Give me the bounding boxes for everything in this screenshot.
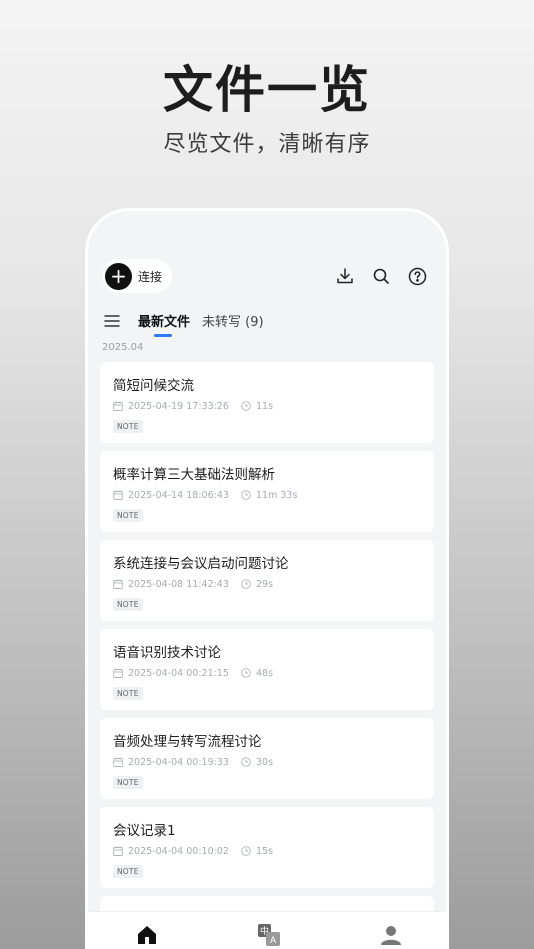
hero-subtitle: 尽览文件，清晰有序	[163, 132, 371, 157]
record-duration: 11m 33s	[256, 489, 298, 501]
record-duration: 29s	[256, 578, 274, 590]
record-meta: 2025-04-04 00:19:33 30s	[113, 755, 422, 769]
profile-icon[interactable]	[378, 922, 404, 948]
record-date: 2025-04-19 17:33:26	[128, 400, 229, 412]
list-item[interactable]: 语音识别技术讨论 2025-04-04 00:21:15 48s NOTE	[100, 629, 434, 710]
svg-text:中: 中	[260, 925, 269, 937]
record-meta: 2025-04-14 18:06:43 11m 33s	[113, 488, 422, 502]
month-header: 2025.04	[102, 342, 144, 353]
calendar-icon	[113, 490, 123, 500]
record-meta: 2025-04-04 00:21:15 48s	[113, 666, 422, 680]
tab-latest-files[interactable]: 最新文件	[138, 311, 190, 330]
clock-icon	[241, 846, 251, 856]
calendar-icon	[113, 757, 123, 767]
record-title: 系统连接与会议启动问题讨论	[113, 556, 289, 572]
calendar-icon	[113, 668, 123, 678]
record-tag: NOTE	[113, 509, 143, 522]
record-title: 简短问候交流	[113, 378, 194, 394]
clock-icon	[241, 490, 251, 500]
search-icon[interactable]	[370, 265, 392, 287]
svg-text:A: A	[270, 936, 277, 946]
record-duration: 30s	[256, 756, 274, 768]
home-icon[interactable]	[134, 922, 160, 948]
record-title: 音频处理与转写流程讨论	[113, 734, 262, 750]
clock-icon	[241, 579, 251, 589]
record-date: 2025-04-04 00:19:33	[128, 756, 229, 768]
record-meta: 2025-04-04 00:10:02 15s	[113, 844, 422, 858]
record-date: 2025-04-14 18:06:43	[128, 489, 229, 501]
connect-label: 连接	[138, 269, 163, 284]
record-tag: NOTE	[113, 420, 143, 433]
list-item[interactable]: 会议记录1 2025-04-04 00:10:02 15s NOTE	[100, 807, 434, 888]
tab-untranscribed[interactable]: 未转写 (9)	[202, 311, 264, 330]
record-tag: NOTE	[113, 598, 143, 611]
list-item[interactable]: 简短问候交流 2025-04-19 17:33:26 11s NOTE	[100, 362, 434, 443]
record-duration: 11s	[256, 400, 274, 412]
record-tag: NOTE	[113, 865, 143, 878]
translate-icon[interactable]: 中 A	[256, 922, 282, 948]
list-item[interactable]: 系统连接与会议启动问题讨论 2025-04-08 11:42:43 29s NO…	[100, 540, 434, 621]
plus-icon: +	[105, 262, 132, 290]
active-tab-indicator	[154, 334, 172, 337]
menu-icon[interactable]	[104, 313, 120, 329]
download-icon[interactable]	[334, 265, 356, 287]
record-tag: NOTE	[113, 776, 143, 789]
record-date: 2025-04-04 00:10:02	[128, 845, 229, 857]
calendar-icon	[113, 401, 123, 411]
record-date: 2025-04-04 00:21:15	[128, 667, 229, 679]
tab-bar: 最新文件 未转写 (9)	[102, 309, 432, 339]
clock-icon	[241, 757, 251, 767]
list-item[interactable]: 音频处理与转写流程讨论 2025-04-04 00:19:33 30s NOTE	[100, 718, 434, 799]
record-date: 2025-04-08 11:42:43	[128, 578, 229, 590]
record-title: 会议记录1	[113, 823, 176, 839]
list-item[interactable]: 概率计算三大基础法则解析 2025-04-14 18:06:43 11m 33s…	[100, 451, 434, 532]
phone-screen: + 连接 最新文件 未转写 (9) 2025.04 简短问候交流 2025-04…	[85, 208, 449, 949]
clock-icon	[241, 668, 251, 678]
record-duration: 15s	[256, 845, 274, 857]
calendar-icon	[113, 579, 123, 589]
record-title: 概率计算三大基础法则解析	[113, 467, 275, 483]
top-bar: + 连接	[102, 259, 432, 295]
calendar-icon	[113, 846, 123, 856]
record-meta: 2025-04-08 11:42:43 29s	[113, 577, 422, 591]
record-tag: NOTE	[113, 687, 143, 700]
help-icon[interactable]	[406, 265, 428, 287]
hero-title: 文件一览	[163, 60, 371, 119]
record-meta: 2025-04-19 17:33:26 11s	[113, 399, 422, 413]
record-title: 语音识别技术讨论	[113, 645, 221, 661]
file-list: 简短问候交流 2025-04-19 17:33:26 11s NOTE 概率计算…	[100, 362, 434, 949]
clock-icon	[241, 401, 251, 411]
bottom-nav: 中 A	[88, 911, 446, 949]
record-duration: 48s	[256, 667, 274, 679]
connect-button[interactable]: + 连接	[102, 259, 173, 293]
